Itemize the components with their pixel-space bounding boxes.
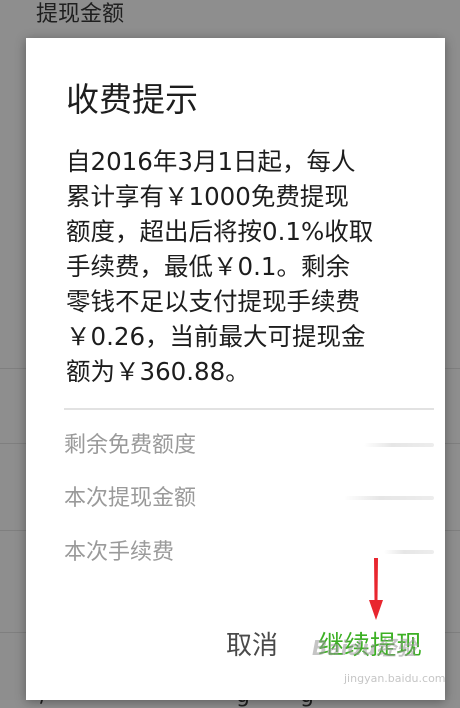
service-fee-value-redacted: [384, 550, 434, 554]
message-line: 累计享有￥1000免费提现: [66, 182, 349, 211]
message-line: 手续费，最低￥0.1。剩余: [66, 252, 350, 281]
free-quota-label: 剩余免费额度: [64, 433, 197, 458]
service-fee-label: 本次手续费: [64, 540, 175, 565]
message-line: 自2016年3月1日起，每人: [66, 147, 356, 176]
message-line: 额度，超出后将按0.1%收取: [66, 217, 374, 246]
baidu-watermark: Baidu经验: [312, 636, 417, 660]
dialog-title: 收费提示: [66, 80, 198, 119]
dialog-divider: [64, 408, 434, 410]
baidu-watermark-url: jingyan.baidu.com: [344, 672, 446, 685]
message-line: ￥0.26，当前最大可提现金: [66, 322, 366, 351]
message-line: 零钱不足以支付提现手续费: [66, 287, 360, 316]
background-header-label: 提现金额: [36, 2, 125, 27]
withdraw-amount-value-redacted: [344, 496, 434, 500]
dialog-message: 自2016年3月1日起，每人 累计享有￥1000免费提现 额度，超出后将按0.1…: [66, 144, 418, 389]
info-row-free-quota: 剩余免费额度: [64, 428, 434, 464]
withdraw-amount-label: 本次提现金额: [64, 486, 197, 511]
info-row-withdraw-amount: 本次提现金额: [64, 481, 434, 517]
fee-notice-dialog: 收费提示 自2016年3月1日起，每人 累计享有￥1000免费提现 额度，超出后…: [26, 38, 445, 700]
red-arrow-down-icon: [369, 558, 383, 620]
cancel-button[interactable]: 取消: [226, 626, 278, 666]
message-line: 额为￥360.88。: [66, 357, 250, 386]
free-quota-value-redacted: [364, 443, 434, 447]
